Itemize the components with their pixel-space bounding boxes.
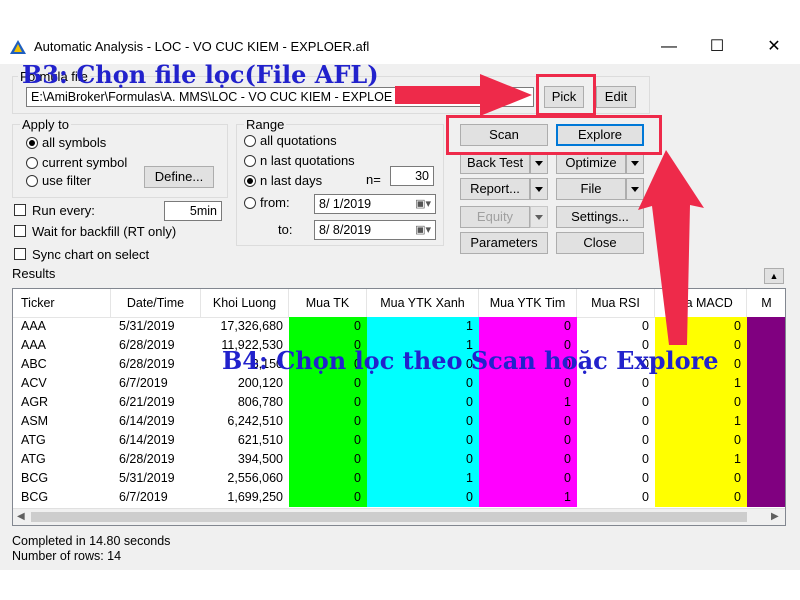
step4-annotation: B4: Chọn lọc theo Scan hoặc Explore [222, 346, 719, 375]
arrow-to-explore-icon [638, 150, 704, 345]
step3-annotation: B3: Chọn file lọc(File AFL) [22, 60, 379, 89]
annotation-arrows [395, 74, 704, 345]
arrow-to-pick-icon [395, 74, 532, 116]
